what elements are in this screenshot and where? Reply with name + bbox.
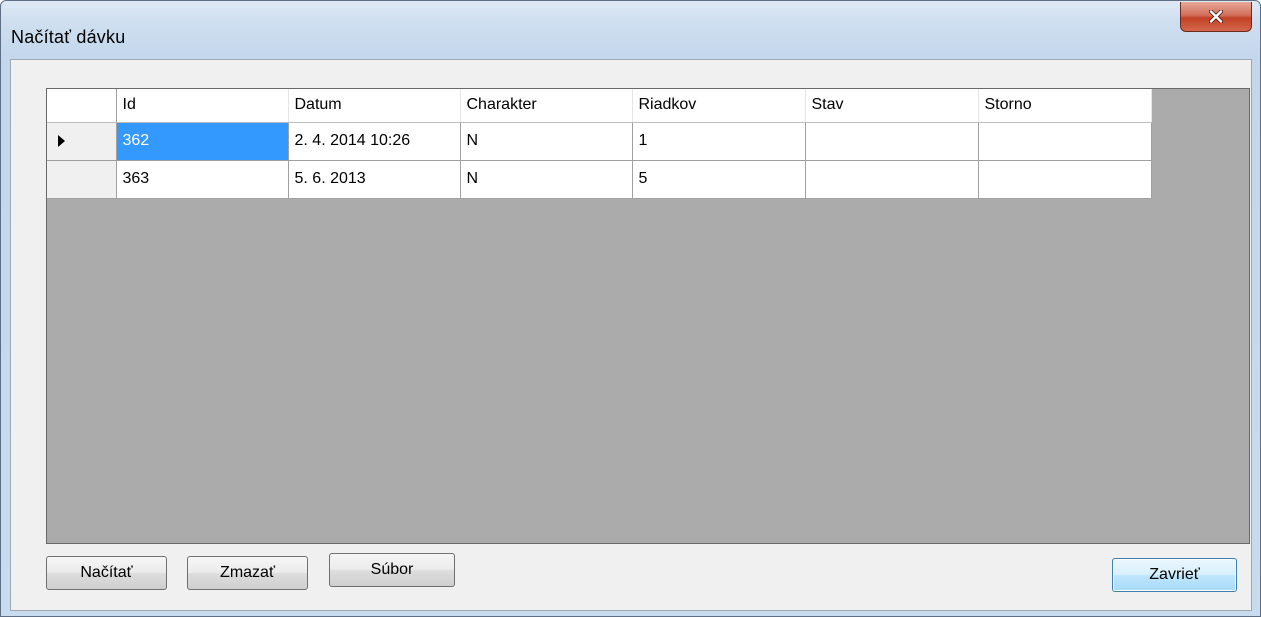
table-row[interactable]: 362 2. 4. 2014 10:26 N 1 bbox=[47, 122, 1152, 161]
grid-corner-header[interactable] bbox=[47, 89, 117, 123]
title-bar[interactable]: Načítať dávku bbox=[1, 1, 1260, 59]
row-pointer-icon bbox=[58, 134, 65, 147]
column-header-charakter[interactable]: Charakter bbox=[460, 89, 633, 123]
close-button[interactable]: Zavrieť bbox=[1112, 558, 1237, 592]
cell-stav[interactable] bbox=[805, 122, 979, 161]
window-title: Načítať dávku bbox=[11, 27, 126, 47]
cell-stav[interactable] bbox=[805, 160, 979, 199]
cell-storno[interactable] bbox=[978, 160, 1152, 199]
cell-storno[interactable] bbox=[978, 122, 1152, 161]
column-header-storno[interactable]: Storno bbox=[978, 89, 1152, 123]
data-grid-table: Id Datum Charakter Riadkov Stav Storno 3… bbox=[47, 89, 1152, 199]
cell-id[interactable]: 362 bbox=[116, 122, 289, 161]
cell-charakter[interactable]: N bbox=[460, 122, 633, 161]
row-header[interactable] bbox=[47, 122, 117, 161]
cell-datum[interactable]: 5. 6. 2013 bbox=[288, 160, 461, 199]
column-header-stav[interactable]: Stav bbox=[805, 89, 979, 123]
cell-charakter[interactable]: N bbox=[460, 160, 633, 199]
table-row[interactable]: 363 5. 6. 2013 N 5 bbox=[47, 160, 1152, 199]
cell-id[interactable]: 363 bbox=[116, 160, 289, 199]
cell-riadkov[interactable]: 1 bbox=[632, 122, 806, 161]
grid-header-row: Id Datum Charakter Riadkov Stav Storno bbox=[47, 89, 1152, 123]
column-header-id[interactable]: Id bbox=[116, 89, 289, 123]
window-close-button[interactable] bbox=[1180, 2, 1252, 32]
column-header-riadkov[interactable]: Riadkov bbox=[632, 89, 806, 123]
delete-button[interactable]: Zmazať bbox=[187, 556, 308, 590]
close-icon bbox=[1209, 10, 1223, 23]
file-button[interactable]: Súbor bbox=[329, 553, 455, 587]
load-button[interactable]: Načítať bbox=[46, 556, 167, 590]
row-header[interactable] bbox=[47, 160, 117, 199]
cell-datum[interactable]: 2. 4. 2014 10:26 bbox=[288, 122, 461, 161]
cell-riadkov[interactable]: 5 bbox=[632, 160, 806, 199]
data-grid[interactable]: Id Datum Charakter Riadkov Stav Storno 3… bbox=[46, 88, 1250, 544]
dialog-window: Načítať dávku Id Datum Charakter Riadkov… bbox=[0, 0, 1261, 617]
dialog-client-area: Id Datum Charakter Riadkov Stav Storno 3… bbox=[10, 59, 1252, 611]
column-header-datum[interactable]: Datum bbox=[288, 89, 461, 123]
